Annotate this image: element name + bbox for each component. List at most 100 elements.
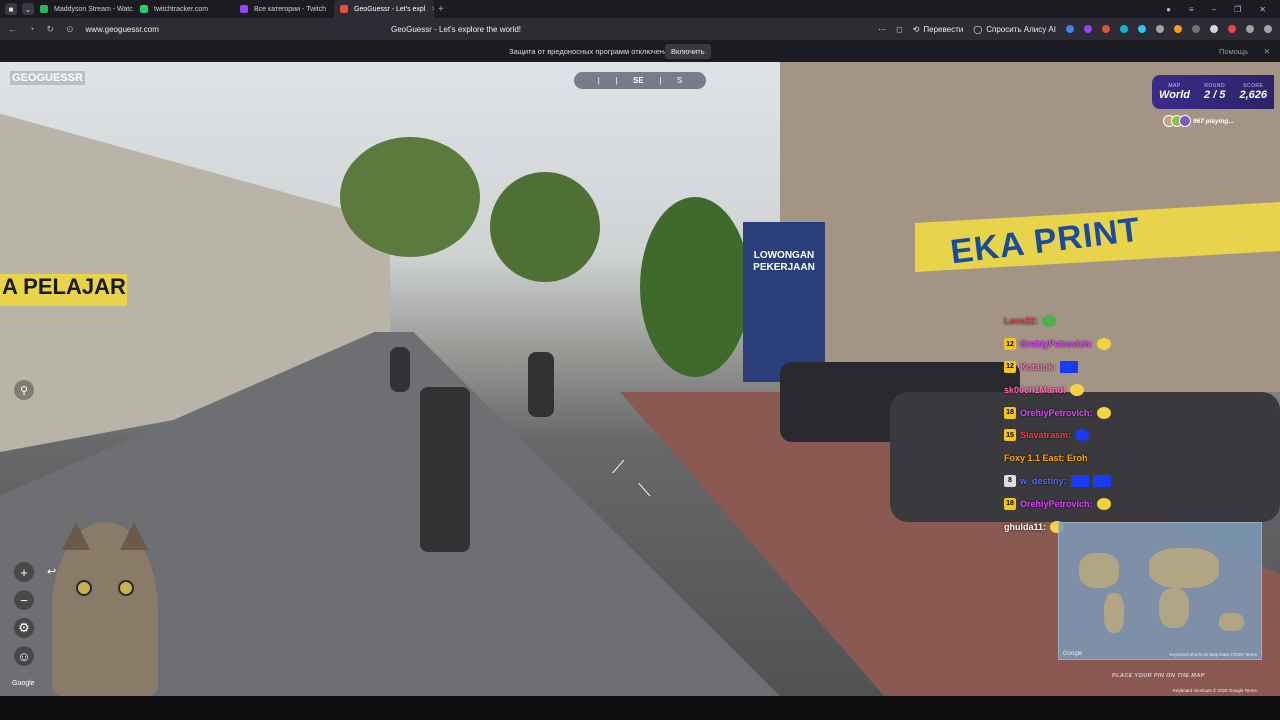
sub-badge-icon: 18 [1004, 497, 1016, 510]
map-controls: + − ⚙ ☺ [14, 562, 34, 666]
profile-icon[interactable]: ● [1166, 5, 1171, 14]
chat-line: 18 OrehiyPetrovich: [1004, 401, 1154, 424]
reload-icon[interactable]: ↻ [46, 24, 54, 35]
map-landmass [1104, 593, 1124, 633]
extension-icon[interactable] [1120, 25, 1128, 33]
logo-text: GEOGUESSR [12, 72, 83, 84]
close-window-icon[interactable]: ✕ [1259, 5, 1266, 14]
more-icon[interactable]: ⋯ [878, 25, 886, 34]
compass-bar: | | SE | S [574, 72, 706, 89]
chat-username: ghulda11: [1004, 521, 1047, 532]
zoom-out-button[interactable]: − [14, 590, 34, 610]
close-notice-icon[interactable]: ✕ [1264, 47, 1270, 56]
back-icon[interactable]: ← [8, 24, 17, 35]
translate-button[interactable]: ⟲ Перевести [913, 25, 964, 34]
community-icon[interactable]: ☺ [14, 646, 34, 666]
download-icon[interactable] [1264, 25, 1272, 33]
tab-maddyson[interactable]: Maddyson Stream - Watc [34, 0, 134, 18]
twitch-favicon-icon [40, 5, 48, 13]
move-arrow-icon[interactable]: ⟋ [612, 457, 625, 478]
geoguessr-favicon-icon [340, 5, 348, 13]
minimize-icon[interactable]: – [1212, 5, 1216, 14]
cat-ear [120, 522, 148, 550]
extension-icon[interactable] [1210, 25, 1218, 33]
extension-icon[interactable] [1246, 25, 1254, 33]
protection-message: Защита от вредоносных программ отключена [509, 46, 669, 56]
enable-protection-button[interactable]: Включить [665, 43, 711, 59]
window-menu-icon[interactable]: ≡ [1189, 5, 1194, 14]
cat-eye [76, 580, 92, 596]
compass-tick: | [597, 76, 600, 85]
extension-icon[interactable] [1102, 25, 1110, 33]
geoguessr-logo[interactable]: GEOGUESSR [10, 71, 85, 85]
twitch-favicon-icon [240, 5, 248, 13]
chat-username: w_destiny: [1020, 475, 1067, 486]
translate-icon: ⟲ [912, 24, 920, 34]
sub-badge-icon: 15 [1004, 429, 1016, 442]
sub-badge-icon: 12 [1004, 360, 1016, 373]
cat-ear [62, 522, 90, 550]
chat-username: sk00ch1Mand: [1004, 384, 1067, 395]
browser-tab-bar: ■ ⌄ Maddyson Stream - Watc twitchtracker… [0, 0, 1280, 18]
new-tab-icon[interactable]: + [438, 4, 444, 15]
tab-geoguessr[interactable]: GeoGuessr - Let's expl ✕ [334, 0, 434, 18]
bottom-bar [0, 696, 1280, 720]
round-stat: ROUND 2 / 5 [1204, 83, 1225, 101]
chat-line: Foxy 1.1 East: Eroh [1004, 447, 1154, 470]
address-bar: ← ◔ ↻ ⊙ www.geoguessr.com GeoGuessr - Le… [0, 18, 1280, 40]
page-title: GeoGuessr - Let's explore the world! [391, 24, 522, 34]
map-attribution: Keyboard shortcuts Map Data ©2026 Terms [1169, 652, 1257, 657]
extension-icon[interactable] [1138, 25, 1146, 33]
guess-map[interactable]: Google Keyboard shortcuts Map Data ©2026… [1058, 522, 1262, 660]
tree [490, 172, 600, 282]
chat-line: 15 Slavatrasm: [1004, 424, 1154, 447]
emote-icon [1060, 360, 1078, 373]
maximize-icon[interactable]: ❐ [1234, 5, 1241, 14]
emote-icon [1042, 315, 1057, 328]
move-arrow-icon[interactable]: ⟍ [638, 480, 651, 501]
alice-icon: ◯ [973, 24, 983, 34]
motorcycle [390, 347, 410, 392]
place-pin-hint: PLACE YOUR PIN ON THE MAP [1112, 673, 1205, 679]
tab-twitch-categories[interactable]: Все категории - Twitch [234, 0, 334, 18]
emote-icon [1096, 497, 1111, 510]
settings-gear-icon[interactable]: ⚙ [14, 618, 34, 638]
compass-tick: | [615, 76, 618, 85]
stream-chat-overlay: Luce22: 12 OrehiyPetrovich: 12 Kotaiuk: sk… [1004, 310, 1154, 538]
tab-label: GeoGuessr - Let's expl [354, 5, 426, 13]
extension-icon[interactable] [1174, 25, 1182, 33]
shield-icon[interactable]: ◔ [29, 24, 34, 35]
extension-icon[interactable] [1084, 25, 1092, 33]
browser-menu-icon[interactable]: ■ [5, 3, 17, 15]
sub-badge-icon: 12 [1004, 338, 1016, 351]
map-landmass [1079, 553, 1119, 588]
compass-tick: | [659, 76, 662, 85]
cat-eye [118, 580, 134, 596]
emote-icon [1075, 429, 1090, 442]
tab-twitchtracker[interactable]: twitchtracker.com [134, 0, 234, 18]
palm-tree [640, 197, 750, 377]
chat-username: Luce22: [1004, 316, 1039, 327]
street-view-attribution: Keyboard shortcuts © 2026 Google Terms [1173, 688, 1257, 693]
google-logo: Google [12, 680, 35, 687]
motorcycle [420, 387, 470, 552]
map-stat: MAP World [1159, 83, 1190, 101]
tabs-dropdown-icon[interactable]: ⌄ [22, 3, 34, 15]
ask-alice-button[interactable]: ◯ Спросить Алису AI [973, 25, 1056, 34]
chat-username: OrehiyPetrovich: [1020, 498, 1093, 509]
help-link[interactable]: Помощь [1219, 47, 1248, 56]
lowongan-sign: LOWONGAN PEKERJAAN [743, 222, 825, 382]
close-tab-icon[interactable]: ✕ [431, 5, 434, 13]
return-to-start-icon[interactable]: ⚲ [14, 380, 34, 400]
zoom-in-button[interactable]: + [14, 562, 34, 582]
extension-icon[interactable] [1156, 25, 1164, 33]
chat-line: Luce22: [1004, 310, 1154, 333]
lock-icon[interactable]: ⊙ [66, 24, 74, 35]
extension-icon[interactable] [1192, 25, 1200, 33]
url-field[interactable]: www.geoguessr.com [86, 25, 159, 34]
webcam-cat-overlay [52, 522, 158, 696]
bookmark-icon[interactable]: ◻ [896, 25, 903, 34]
extension-icon[interactable] [1066, 25, 1074, 33]
extension-icon[interactable] [1228, 25, 1236, 33]
translate-label: Перевести [923, 24, 964, 34]
